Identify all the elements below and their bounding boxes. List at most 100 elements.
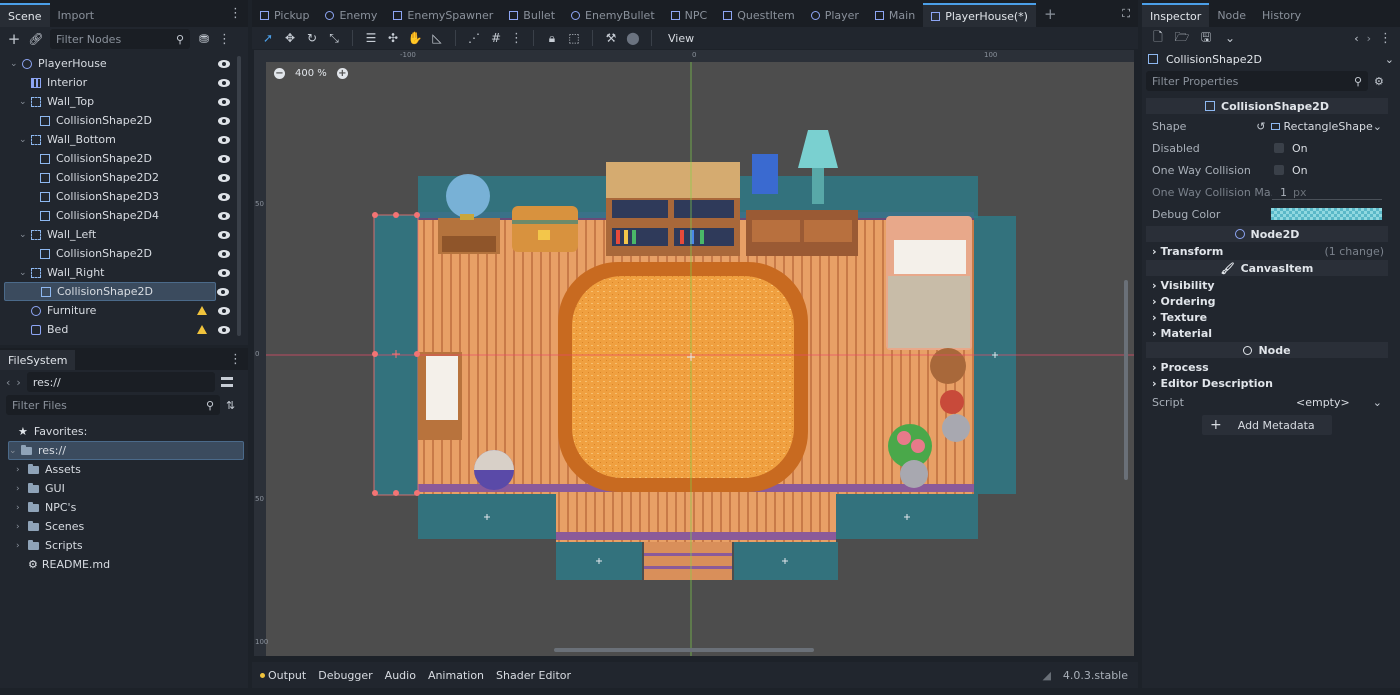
distraction-free-icon[interactable]: ⛶ [1122, 7, 1130, 21]
shader-editor-tab[interactable]: Shader Editor [496, 669, 571, 682]
visibility-eye-icon[interactable] [218, 97, 230, 106]
visibility-eye-icon[interactable] [218, 325, 230, 334]
split-view-icon[interactable] [220, 377, 233, 387]
collapse-arrow-icon[interactable]: ⌄ [9, 446, 21, 456]
tab-inspector[interactable]: Inspector [1142, 3, 1210, 27]
debug-color-swatch[interactable] [1270, 208, 1382, 220]
open-resource-icon[interactable]: 🗁︎ [1174, 30, 1190, 46]
list-select-icon[interactable]: ☰ [363, 30, 379, 46]
editor-tab[interactable]: Pickup [252, 3, 317, 27]
collapse-arrow-icon[interactable]: ⌄ [10, 59, 22, 69]
tab-history[interactable]: History [1254, 3, 1309, 27]
folder-item[interactable]: › Scenes [8, 517, 244, 536]
collapse-arrow-icon[interactable]: ⌄ [19, 135, 31, 145]
scene-options-icon[interactable]: ⋮ [218, 32, 231, 47]
expand-arrow-icon[interactable]: › [16, 503, 28, 513]
transform-group[interactable]: › Transform (1 change) [1146, 243, 1388, 259]
filter-nodes-input[interactable]: Filter Nodes ⚲ [50, 29, 190, 49]
property-settings-icon[interactable]: ⚙ [1374, 75, 1384, 88]
path-field[interactable]: res:// [26, 372, 215, 392]
scene-tree-node[interactable]: CollisionShape2D [4, 111, 236, 130]
bone-icon[interactable]: ⚒ [603, 30, 619, 46]
collapse-arrow-icon[interactable]: ⌄ [19, 97, 31, 107]
save-resource-icon[interactable]: 🖫︎ [1198, 30, 1214, 46]
shape-dropdown-icon[interactable]: ⌄ [1373, 120, 1382, 133]
forward-icon[interactable]: › [16, 376, 20, 389]
link-icon[interactable]: 🔗︎ [28, 31, 44, 47]
add-node-icon[interactable]: + [6, 30, 22, 48]
property-group[interactable]: › Ordering [1146, 293, 1388, 309]
scene-tree-node[interactable]: CollisionShape2D [4, 282, 229, 301]
visibility-eye-icon[interactable] [218, 249, 230, 258]
back-icon[interactable]: ‹ [6, 376, 10, 389]
revert-icon[interactable]: ↺ [1256, 120, 1265, 133]
editor-tab[interactable]: Bullet [501, 3, 563, 27]
visibility-eye-icon[interactable] [218, 116, 230, 125]
history-forward-icon[interactable]: › [1367, 32, 1371, 45]
favorites-row[interactable]: ★ Favorites: [8, 422, 244, 441]
editor-tab[interactable]: NPC [663, 3, 716, 27]
lock-icon[interactable]: 🔒︎ [544, 30, 560, 46]
property-group[interactable]: › Visibility [1146, 277, 1388, 293]
visibility-eye-icon[interactable] [218, 154, 230, 163]
editor-tab[interactable]: Main [867, 3, 923, 27]
resource-menu-icon[interactable]: ⌄ [1222, 30, 1238, 46]
collapse-arrow-icon[interactable]: ⌄ [19, 268, 31, 278]
tab-import[interactable]: Import [50, 3, 103, 27]
visibility-eye-icon[interactable] [218, 59, 230, 68]
rotate-mode-icon[interactable]: ↻ [304, 30, 320, 46]
shape-value[interactable]: RectangleShape [1284, 120, 1373, 133]
visibility-eye-icon[interactable] [218, 78, 230, 87]
script-dropdown-icon[interactable]: ⌄ [1373, 396, 1382, 409]
tab-node[interactable]: Node [1209, 3, 1254, 27]
output-tab[interactable]: Output [260, 669, 306, 682]
filter-properties-input[interactable]: Filter Properties ⚲ [1146, 71, 1368, 91]
folder-item[interactable]: › NPC's [8, 498, 244, 517]
scene-tree-node[interactable]: ⌄ Wall_Top [4, 92, 236, 111]
object-dropdown-icon[interactable]: ⌄ [1385, 53, 1394, 66]
editor-tab[interactable]: EnemyBullet [563, 3, 663, 27]
warning-icon[interactable] [197, 325, 207, 334]
history-back-icon[interactable]: ‹ [1354, 32, 1358, 45]
viewport[interactable]: -100 0 100 50 0 50 100 − 400 % + [254, 50, 1134, 656]
ruler-mode-icon[interactable]: ◺ [429, 30, 445, 46]
new-resource-icon[interactable]: 🗋︎ [1150, 30, 1166, 46]
editor-tab[interactable]: Enemy [317, 3, 385, 27]
property-group[interactable]: › Editor Description [1146, 375, 1388, 391]
warning-icon[interactable] [197, 306, 207, 315]
smart-snap-icon[interactable]: ⋰ [466, 30, 482, 46]
visibility-eye-icon[interactable] [218, 211, 230, 220]
add-metadata-button[interactable]: + Add Metadata [1202, 415, 1332, 435]
tab-scene[interactable]: Scene [0, 3, 50, 27]
folder-item[interactable]: › GUI [8, 479, 244, 498]
visibility-eye-icon[interactable] [217, 287, 229, 296]
grid-snap-icon[interactable]: # [488, 30, 504, 46]
pivot-icon[interactable]: ✣ [385, 30, 401, 46]
scene-tree-node[interactable]: Interior [4, 73, 236, 92]
new-tab-icon[interactable]: + [1044, 5, 1057, 23]
select-mode-icon[interactable]: ➚ [260, 30, 276, 46]
scene-tree-node[interactable]: Bed [4, 320, 236, 339]
debugger-tab[interactable]: Debugger [318, 669, 372, 682]
audio-tab[interactable]: Audio [385, 669, 416, 682]
visibility-eye-icon[interactable] [218, 192, 230, 201]
editor-tab[interactable]: Player [803, 3, 867, 27]
scene-tree-node[interactable]: ⌄ Wall_Right [4, 263, 236, 282]
visibility-eye-icon[interactable] [218, 268, 230, 277]
pan-mode-icon[interactable]: ✋ [407, 30, 423, 46]
folder-item[interactable]: › Assets [8, 460, 244, 479]
object-selector[interactable]: CollisionShape2D ⌄ [1142, 49, 1400, 69]
scene-tree-node[interactable]: CollisionShape2D3 [4, 187, 236, 206]
editor-tab[interactable]: EnemySpawner [385, 3, 501, 27]
expand-arrow-icon[interactable]: › [16, 522, 28, 532]
snap-options-icon[interactable]: ⋮ [510, 31, 523, 46]
visibility-eye-icon[interactable] [218, 230, 230, 239]
viewport-h-scrollbar[interactable] [554, 648, 814, 652]
filter-files-input[interactable]: Filter Files ⚲ [6, 395, 220, 415]
viewport-v-scrollbar[interactable] [1124, 280, 1128, 480]
filesystem-menu-icon[interactable]: ⋮ [229, 352, 242, 367]
margin-slider[interactable] [1272, 199, 1382, 200]
scene-tree-node[interactable]: ⌄ PlayerHouse [4, 54, 236, 73]
property-group[interactable]: › Texture [1146, 309, 1388, 325]
visibility-eye-icon[interactable] [218, 173, 230, 182]
